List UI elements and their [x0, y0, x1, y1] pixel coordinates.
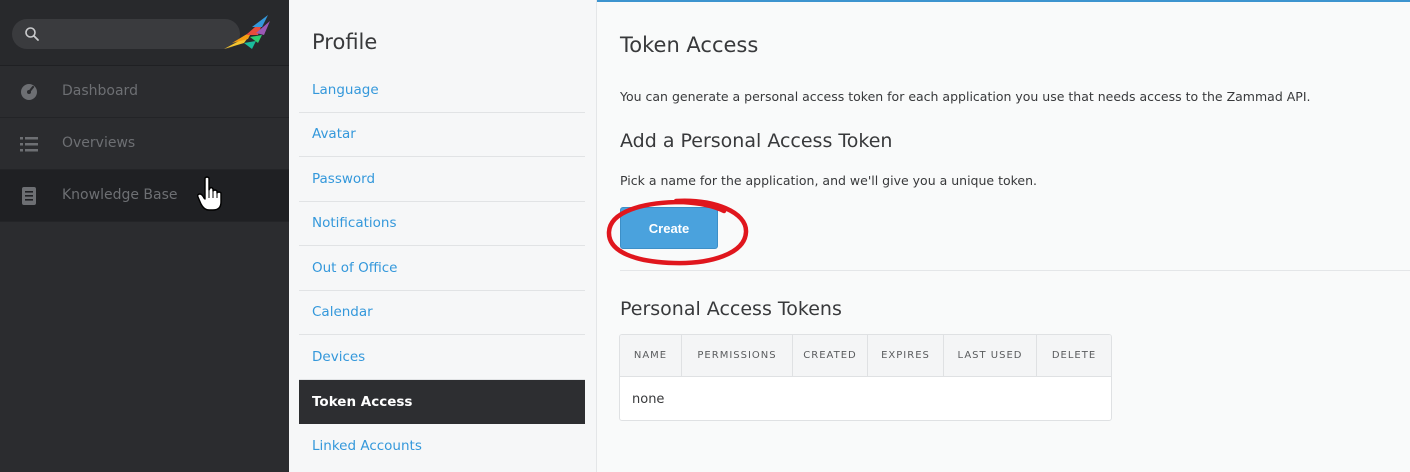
intro-text: You can generate a personal access token…: [620, 89, 1311, 104]
search-input[interactable]: [12, 19, 240, 49]
page-title: Token Access: [620, 33, 759, 57]
table-empty-row: none: [632, 391, 665, 407]
zammad-logo-icon[interactable]: [222, 13, 272, 55]
submenu-list: Language Avatar Password Notifications O…: [299, 68, 585, 469]
create-button[interactable]: Create: [620, 207, 718, 249]
tokens-heading: Personal Access Tokens: [620, 298, 842, 320]
submenu-item-notifications[interactable]: Notifications: [299, 202, 585, 246]
submenu-item-language[interactable]: Language: [299, 68, 585, 113]
nav-item-knowledge-base[interactable]: Knowledge Base: [0, 170, 289, 222]
submenu-item-linked-accounts[interactable]: Linked Accounts: [299, 424, 585, 469]
column-header-last-used[interactable]: LAST USED: [944, 335, 1037, 376]
add-token-heading: Add a Personal Access Token: [620, 130, 893, 152]
overviews-icon: [20, 137, 38, 152]
main-navigation: Dashboard Overviews Knowledge Base: [0, 0, 289, 472]
section-divider: [620, 270, 1410, 271]
nav-header: [0, 0, 289, 66]
nav-item-label: Knowledge Base: [62, 187, 178, 203]
submenu-item-token-access[interactable]: Token Access: [299, 379, 585, 424]
column-header-delete[interactable]: DELETE: [1037, 335, 1111, 376]
nav-item-overviews[interactable]: Overviews: [0, 118, 289, 170]
submenu-item-avatar[interactable]: Avatar: [299, 113, 585, 157]
main-content: Token Access You can generate a personal…: [597, 0, 1410, 472]
submenu-item-calendar[interactable]: Calendar: [299, 291, 585, 335]
tokens-table: NAME PERMISSIONS CREATED EXPIRES LAST US…: [619, 334, 1112, 421]
submenu-title: Profile: [312, 30, 378, 54]
column-header-created[interactable]: CREATED: [793, 335, 868, 376]
add-token-description: Pick a name for the application, and we'…: [620, 173, 1037, 188]
column-header-name[interactable]: NAME: [620, 335, 682, 376]
submenu-item-devices[interactable]: Devices: [299, 335, 585, 380]
nav-item-dashboard[interactable]: Dashboard: [0, 66, 289, 118]
table-header-row: NAME PERMISSIONS CREATED EXPIRES LAST US…: [620, 335, 1111, 377]
dashboard-icon: [21, 84, 37, 100]
submenu-item-password[interactable]: Password: [299, 157, 585, 202]
profile-submenu: Profile Language Avatar Password Notific…: [289, 0, 597, 472]
nav-item-label: Overviews: [62, 135, 136, 151]
nav-item-label: Dashboard: [62, 83, 138, 99]
column-header-expires[interactable]: EXPIRES: [868, 335, 944, 376]
knowledge-base-icon: [22, 187, 36, 205]
search-icon: [25, 27, 39, 41]
submenu-item-out-of-office[interactable]: Out of Office: [299, 246, 585, 291]
column-header-permissions[interactable]: PERMISSIONS: [682, 335, 793, 376]
top-accent-line: [597, 0, 1410, 2]
hand-cursor-icon: [197, 176, 222, 211]
